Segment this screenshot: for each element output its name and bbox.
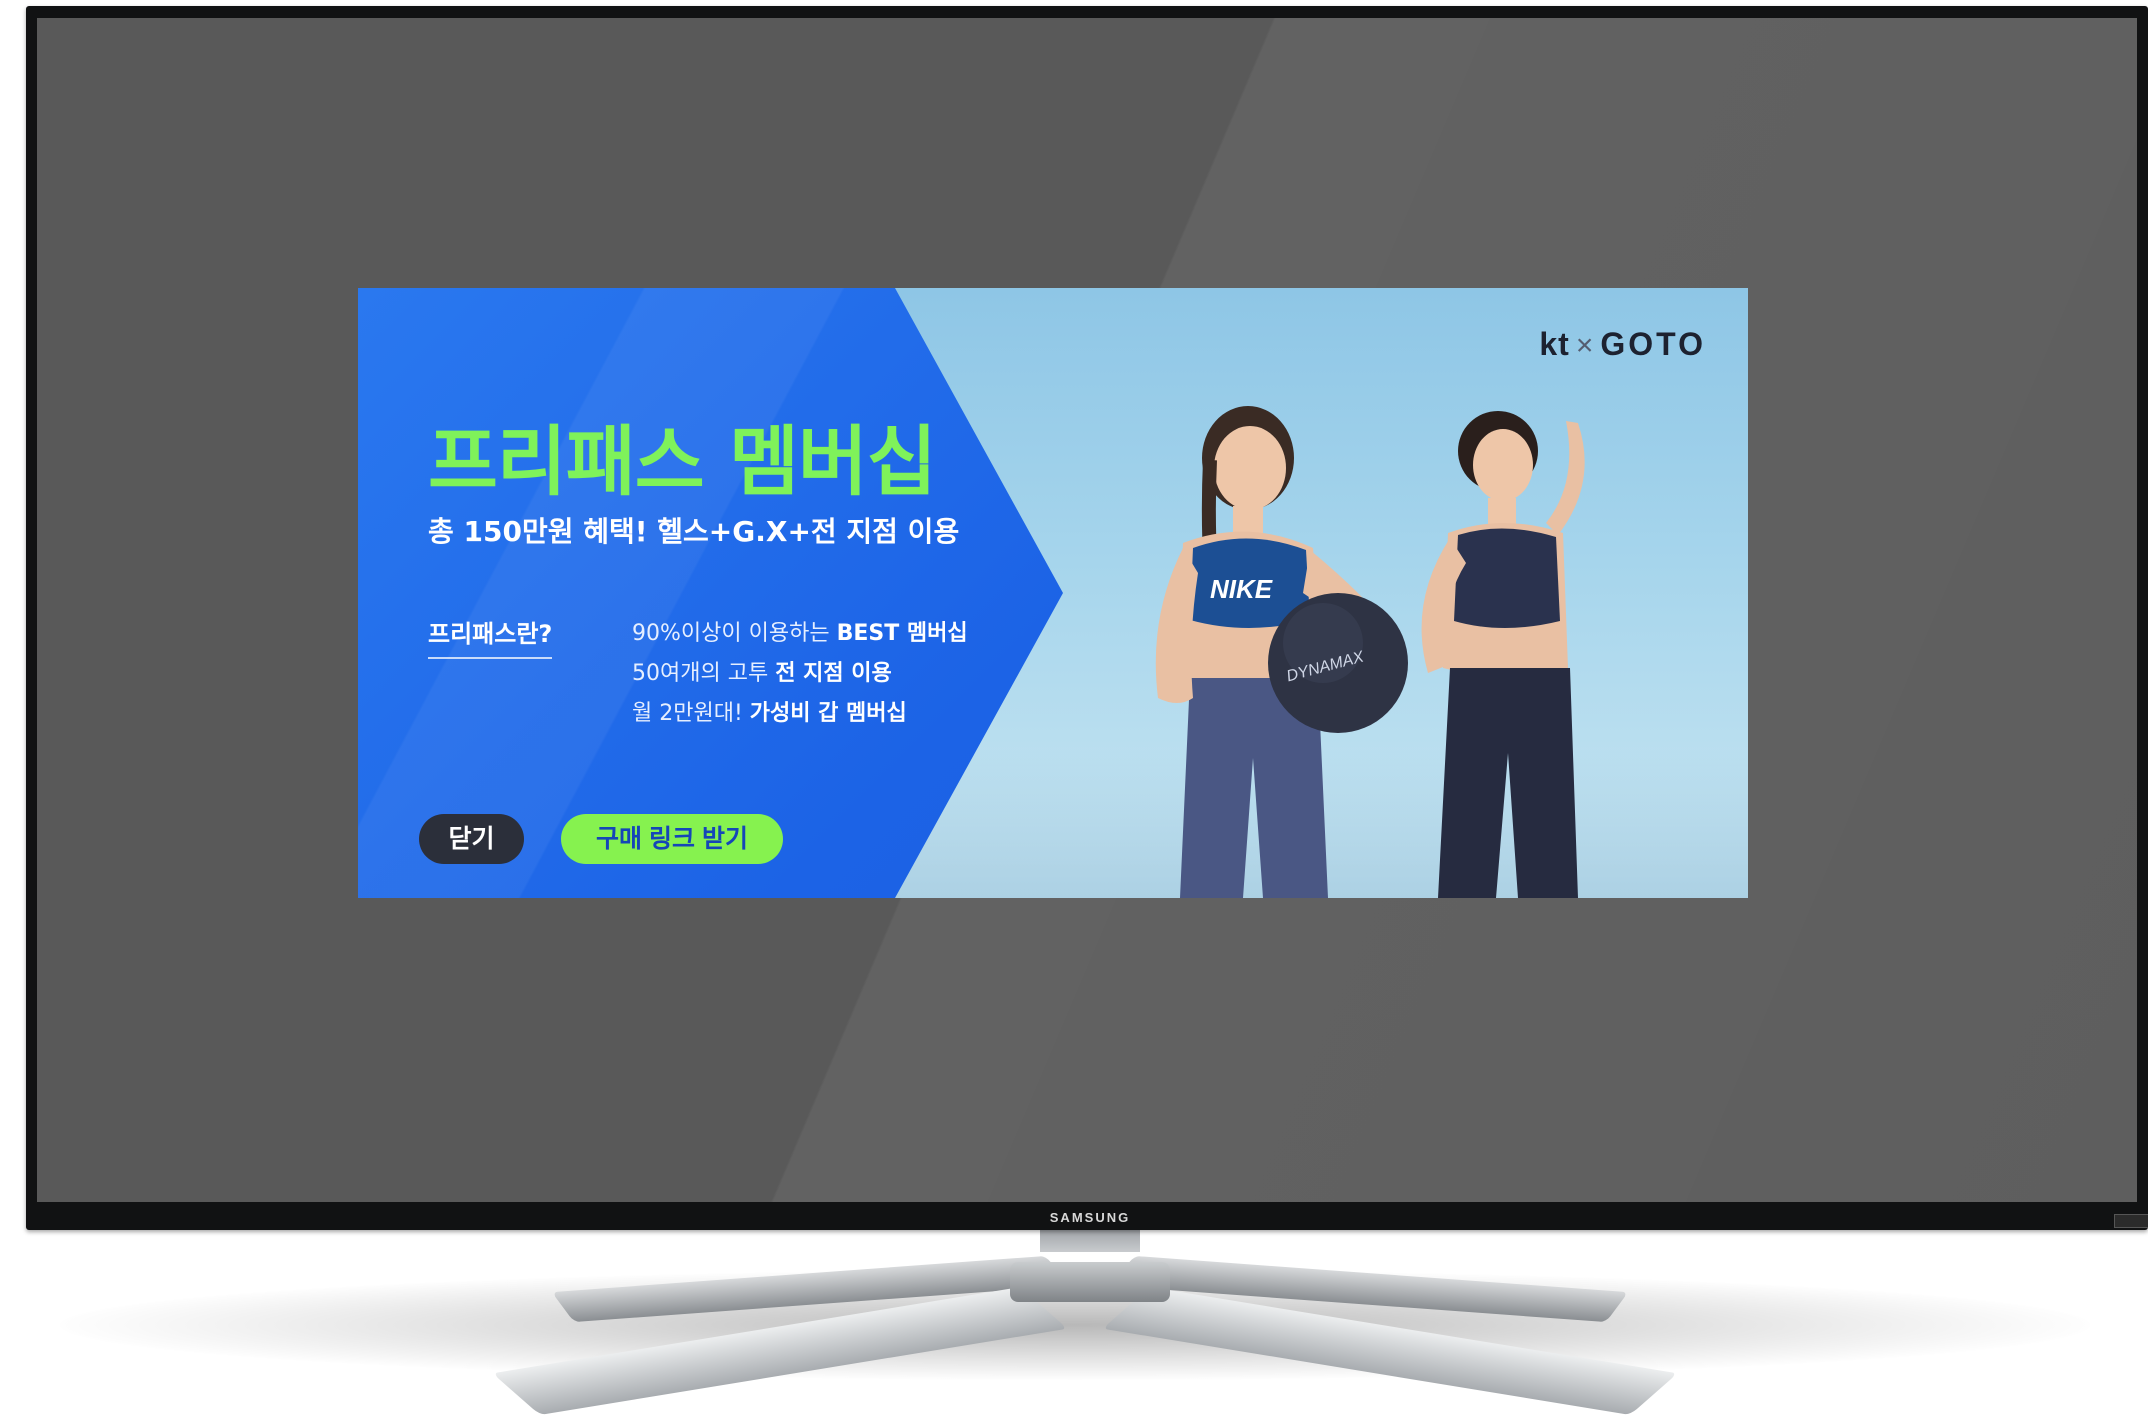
tv-brand-logo: SAMSUNG (1049, 1210, 1131, 1225)
feature-item: 50여개의 고투 전 지점 이용 (632, 661, 892, 686)
feature-item: 90%이상이 이용하는 BEST 멤버십 (632, 621, 968, 646)
banner-title: 프리패스 멤버십 (428, 417, 937, 506)
feature-list: 90%이상이 이용하는 BEST 멤버십 50여개의 고투 전 지점 이용 월 … (632, 614, 968, 734)
kt-goto-logo: kt × GOTO (1539, 326, 1706, 362)
banner-subtitle: 총 150만원 혜택! 헬스+G.X+전 지점 이용 (428, 515, 960, 548)
tv-stand-hub (1010, 1262, 1170, 1302)
athlete-image-right (1421, 411, 1585, 898)
freepass-question-label: 프리패스란? (428, 614, 553, 659)
tv-side-port (2114, 1214, 2148, 1228)
close-button[interactable]: 닫기 (419, 814, 524, 864)
promo-banner: NIKE DYNAMAX kt × GOTO 프리패스 멤버십 총 150만원 혜택 (358, 288, 1748, 898)
feature-item: 월 2만원대! 가성비 갑 멤버십 (632, 701, 907, 726)
get-purchase-link-button[interactable]: 구매 링크 받기 (561, 814, 783, 864)
